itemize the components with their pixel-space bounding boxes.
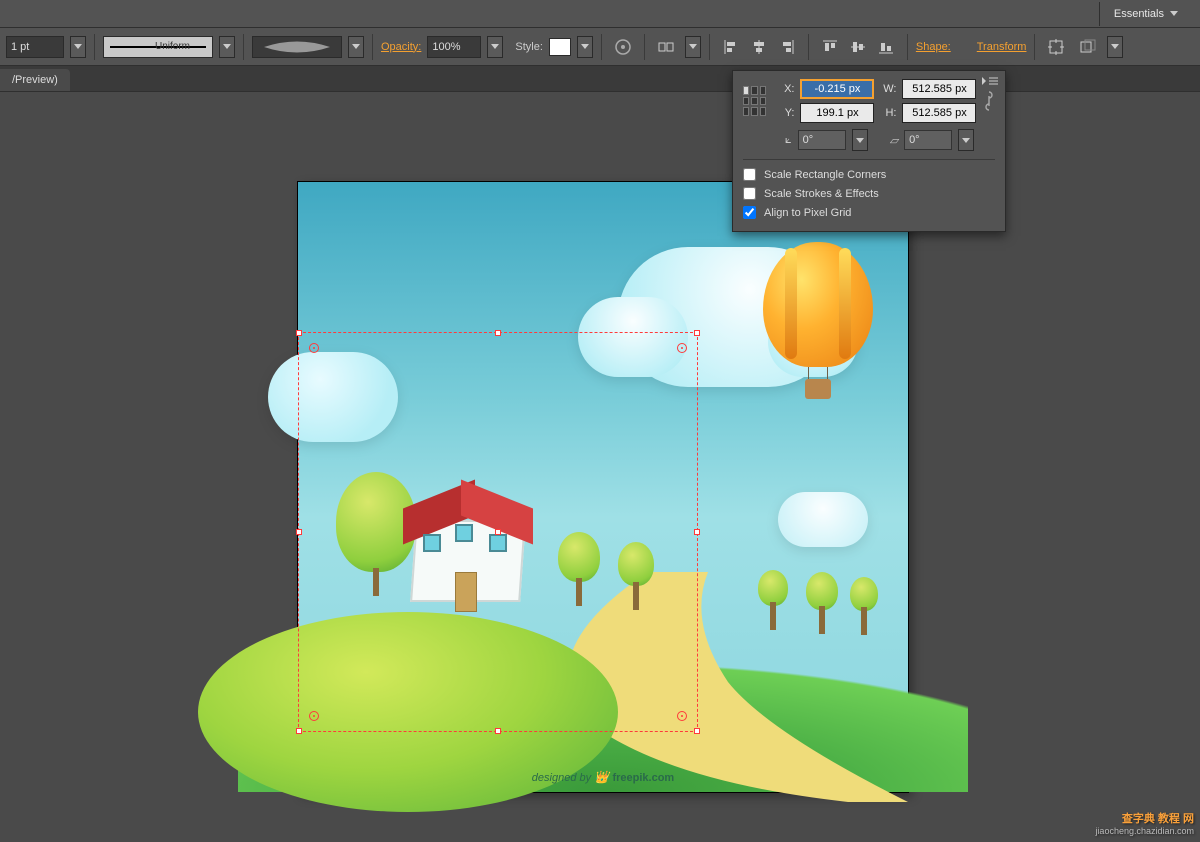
align-to-selection-icon[interactable] — [653, 34, 679, 60]
align-hcenter-icon[interactable] — [746, 34, 772, 60]
rotate-input[interactable] — [798, 130, 846, 150]
stroke-profile-picker[interactable]: Uniform — [103, 36, 213, 58]
control-bar: Uniform Opacity: Style: Shape: Transform — [0, 28, 1200, 66]
edit-clip-dropdown[interactable] — [1107, 36, 1123, 58]
y-input[interactable] — [800, 103, 874, 123]
constrain-proportions-icon[interactable] — [982, 88, 995, 114]
rotate-icon: ⟀ — [785, 134, 792, 147]
align-top-icon[interactable] — [817, 34, 843, 60]
opacity-dropdown[interactable] — [487, 36, 503, 58]
align-left-icon[interactable] — [718, 34, 744, 60]
isolate-icon[interactable] — [1043, 34, 1069, 60]
transform-panel: X: W: Y: H: ⟀ ▱ Scale Rectangle Corne — [732, 70, 1006, 232]
graphic-style-dropdown[interactable] — [577, 36, 593, 58]
opacity-label[interactable]: Opacity: — [381, 41, 421, 53]
h-label: H: — [880, 107, 896, 119]
brush-definition-dropdown[interactable] — [348, 36, 364, 58]
align-bottom-icon[interactable] — [873, 34, 899, 60]
align-vcenter-icon[interactable] — [845, 34, 871, 60]
artboard[interactable]: designed by 👑 freepik.com — [298, 182, 908, 792]
x-input[interactable] — [800, 79, 874, 99]
document-tab[interactable]: /Preview) — [0, 69, 70, 91]
panel-flyout-menu-icon[interactable] — [981, 75, 999, 87]
stroke-profile-dropdown[interactable] — [219, 36, 235, 58]
illustration-tree — [850, 577, 878, 635]
app-menubar: Essentials — [0, 0, 1200, 28]
workspace-label: Essentials — [1114, 8, 1164, 20]
illustration-tree — [558, 532, 600, 606]
watermark: 查字典 教程 网 jiaocheng.chazidian.com — [1095, 812, 1194, 838]
workspace-switcher[interactable]: Essentials — [1099, 2, 1196, 26]
rotate-dropdown[interactable] — [852, 129, 868, 151]
scale-corners-checkbox[interactable]: Scale Rectangle Corners — [743, 168, 995, 181]
style-label: Style: — [515, 41, 543, 53]
artboard-credit: designed by 👑 freepik.com — [298, 770, 908, 784]
illustration-tree — [618, 542, 654, 610]
edit-clip-icon[interactable] — [1075, 34, 1101, 60]
canvas-area[interactable]: designed by 👑 freepik.com — [0, 92, 1200, 842]
align-to-dropdown[interactable] — [685, 36, 701, 58]
scale-strokes-check[interactable] — [743, 187, 756, 200]
shape-label[interactable]: Shape: — [916, 41, 951, 53]
width-input[interactable] — [902, 79, 976, 99]
scale-corners-check[interactable] — [743, 168, 756, 181]
transform-label[interactable]: Transform — [977, 41, 1027, 53]
illustration-cloud — [268, 352, 398, 442]
illustration-tree — [758, 570, 788, 630]
x-label: X: — [778, 83, 794, 95]
stroke-weight-input[interactable] — [6, 36, 64, 58]
w-label: W: — [880, 83, 896, 95]
opacity-input[interactable] — [427, 36, 481, 58]
stroke-profile-label: Uniform — [155, 41, 190, 52]
document-tab-label: /Preview) — [12, 74, 58, 86]
brush-definition-picker[interactable] — [252, 36, 342, 58]
illustration-tree — [806, 572, 838, 634]
illustration-balloon — [763, 242, 873, 402]
illustration-house — [393, 472, 543, 612]
shear-dropdown[interactable] — [958, 129, 974, 151]
align-pixel-check[interactable] — [743, 206, 756, 219]
reference-point-selector[interactable] — [743, 86, 766, 116]
height-input[interactable] — [902, 103, 976, 123]
recolor-artwork-icon[interactable] — [610, 34, 636, 60]
illustration-cloud — [778, 492, 868, 547]
shear-input[interactable] — [904, 130, 952, 150]
align-pixel-grid-checkbox[interactable]: Align to Pixel Grid — [743, 206, 995, 219]
shear-icon: ▱ — [890, 134, 898, 147]
document-tab-bar: /Preview) — [0, 66, 1200, 92]
graphic-style-swatch[interactable] — [549, 38, 571, 56]
scale-strokes-checkbox[interactable]: Scale Strokes & Effects — [743, 187, 995, 200]
align-right-icon[interactable] — [774, 34, 800, 60]
stroke-weight-dropdown[interactable] — [70, 36, 86, 58]
y-label: Y: — [778, 107, 794, 119]
